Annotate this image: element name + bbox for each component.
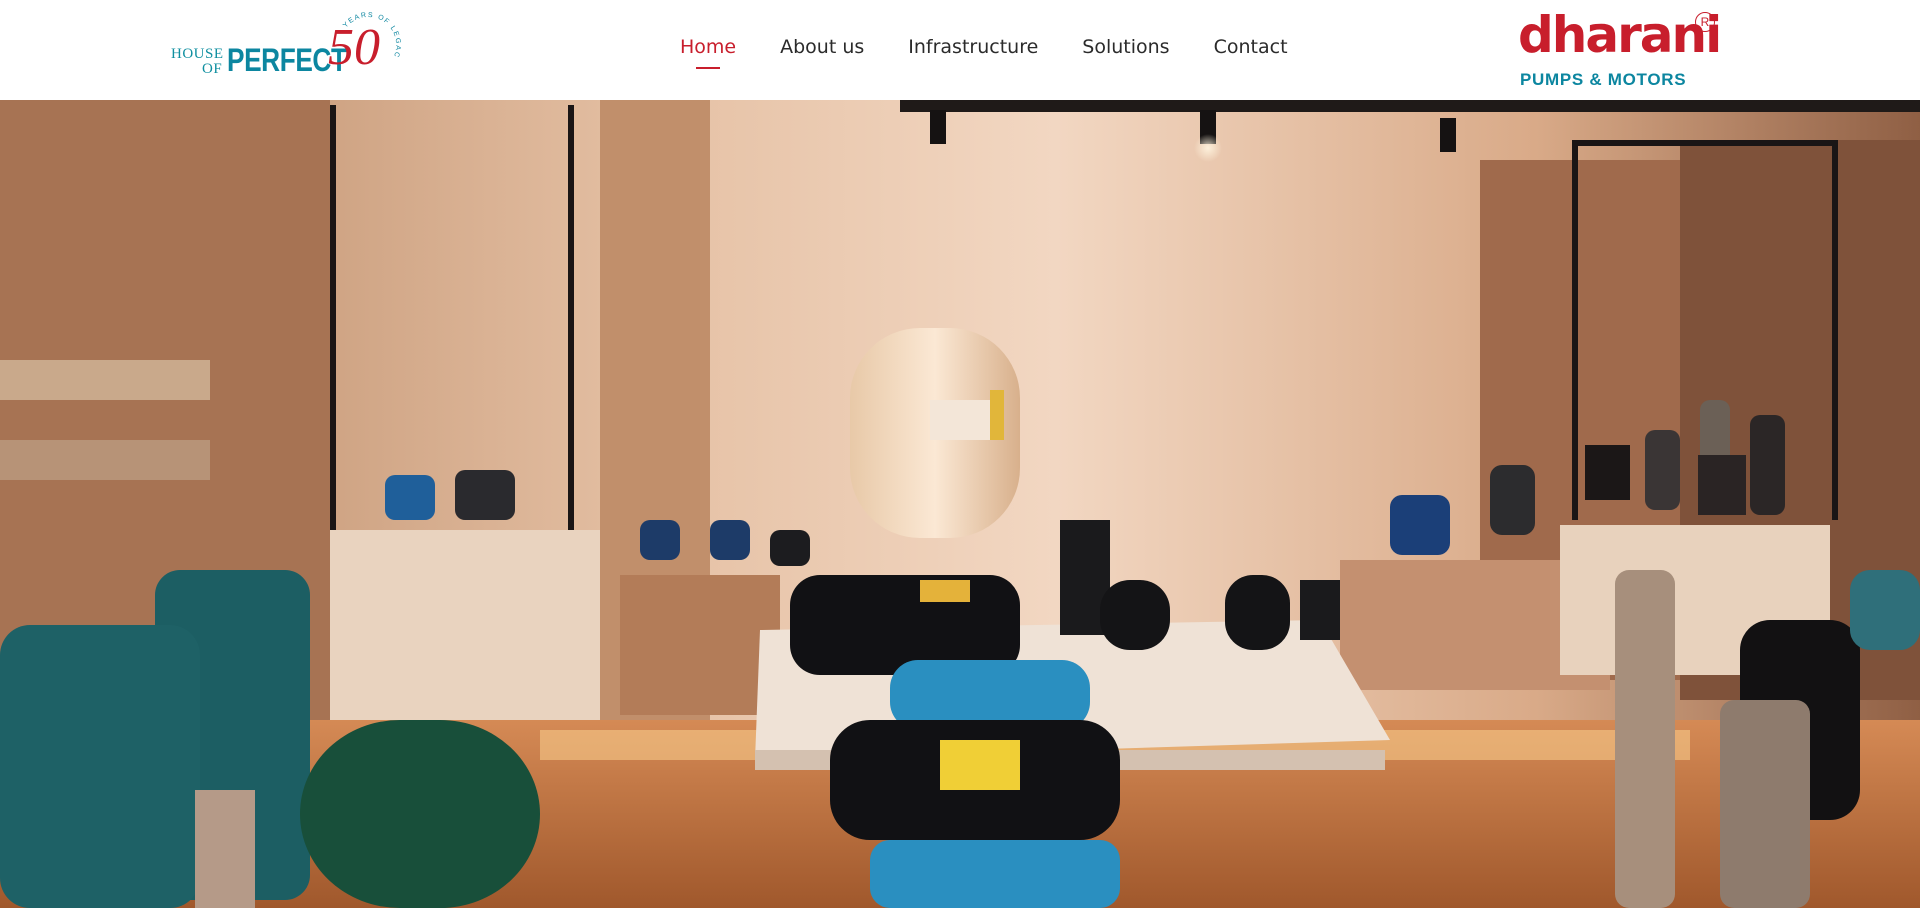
nav-about-us[interactable]: About us bbox=[780, 34, 864, 64]
hero-showroom-video[interactable] bbox=[0, 100, 1920, 908]
logo-of-text: OF bbox=[202, 61, 223, 77]
house-of-perfect-50-logo[interactable]: YEARS OF LEGACY HOUSE OF PERFECT 50 bbox=[168, 8, 408, 90]
nav-home[interactable]: Home bbox=[680, 34, 736, 69]
main-nav: Home About us Infrastructure Solutions C… bbox=[680, 34, 1332, 69]
nav-infrastructure[interactable]: Infrastructure bbox=[908, 34, 1038, 64]
dharani-logo[interactable]: dharani R PUMPS & MOTORS bbox=[1518, 10, 1728, 92]
registered-mark: R bbox=[1695, 12, 1715, 32]
dharani-tagline: PUMPS & MOTORS bbox=[1520, 70, 1687, 89]
site-header: YEARS OF LEGACY HOUSE OF PERFECT 50 Home… bbox=[0, 0, 1920, 100]
logo-50-number: 50 bbox=[328, 19, 380, 76]
nav-contact[interactable]: Contact bbox=[1214, 34, 1288, 64]
showroom-scene-image bbox=[0, 100, 1920, 908]
nav-solutions[interactable]: Solutions bbox=[1082, 34, 1169, 64]
dharani-wordmark: dharani bbox=[1518, 6, 1722, 64]
